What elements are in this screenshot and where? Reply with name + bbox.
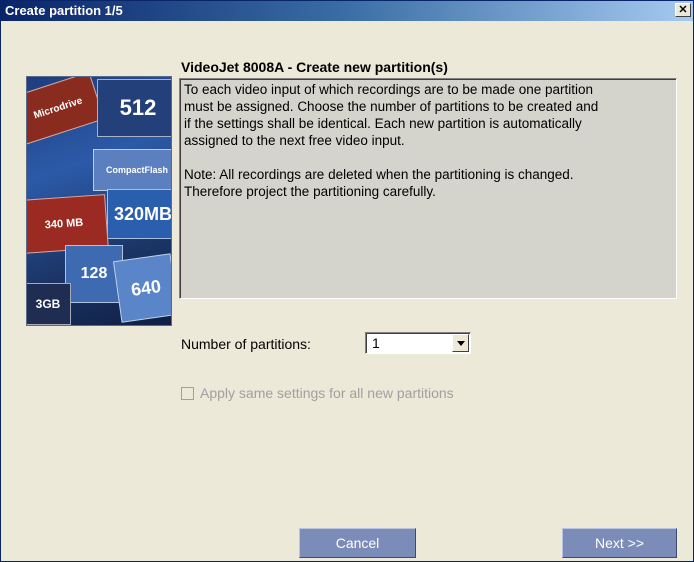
close-button[interactable]: ✕: [675, 3, 691, 17]
partitions-label: Number of partitions:: [181, 336, 311, 352]
description-paragraph-1: To each video input of which recordings …: [184, 82, 599, 148]
card-microdrive: Microdrive: [27, 77, 105, 145]
memory-cards-image: Microdrive 512 CompactFlash 320MB 340 MB…: [26, 76, 172, 326]
close-icon: ✕: [678, 3, 688, 16]
create-partition-dialog: Create partition 1/5 ✕ Microdrive 512 Co…: [0, 0, 694, 562]
apply-same-settings-row: Apply same settings for all new partitio…: [181, 385, 454, 401]
card-512: 512: [97, 79, 171, 137]
next-button[interactable]: Next >>: [562, 528, 677, 558]
description-box: To each video input of which recordings …: [179, 78, 677, 299]
card-compactflash: CompactFlash: [93, 149, 171, 191]
partitions-value: 1: [372, 335, 380, 351]
cancel-button[interactable]: Cancel: [299, 528, 416, 558]
dropdown-button[interactable]: [452, 334, 469, 352]
apply-same-settings-label: Apply same settings for all new partitio…: [200, 385, 454, 401]
dialog-heading: VideoJet 8008A - Create new partition(s): [181, 59, 448, 75]
card-3gb: 3GB: [27, 283, 71, 325]
title-bar[interactable]: Create partition 1/5 ✕: [1, 1, 693, 21]
apply-same-settings-checkbox[interactable]: [181, 386, 194, 400]
card-640: 640: [112, 253, 171, 323]
dialog-body: Microdrive 512 CompactFlash 320MB 340 MB…: [5, 23, 691, 558]
description-paragraph-2: Note: All recordings are deleted when th…: [184, 167, 574, 199]
window-title: Create partition 1/5: [5, 3, 123, 18]
card-320mb: 320MB: [107, 189, 171, 239]
chevron-down-icon: [456, 340, 465, 346]
partitions-select[interactable]: 1: [365, 332, 471, 354]
